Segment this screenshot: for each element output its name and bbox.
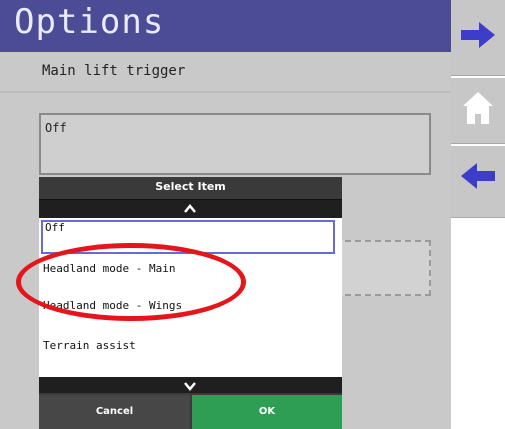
field-value: Off	[45, 121, 67, 135]
home-icon	[463, 92, 493, 124]
list-item-terrain-assist[interactable]: Terrain assist	[43, 339, 136, 352]
scroll-down-button[interactable]	[39, 377, 342, 393]
main-lift-trigger-field[interactable]: Off	[39, 113, 431, 175]
ok-button[interactable]: OK	[192, 395, 342, 429]
list-item-label: Off	[45, 221, 65, 234]
arrow-right-icon	[461, 22, 495, 48]
arrow-left-icon	[461, 163, 495, 189]
forward-button[interactable]	[451, 0, 505, 76]
back-button[interactable]	[451, 146, 505, 218]
chevron-up-icon	[184, 204, 196, 213]
side-toolbar	[451, 0, 505, 429]
divider	[0, 91, 451, 93]
chevron-down-icon	[184, 382, 196, 391]
dashed-field	[335, 240, 431, 296]
page-title: Options	[0, 0, 451, 52]
list-item-label: Terrain assist	[43, 339, 136, 352]
home-button[interactable]	[451, 78, 505, 144]
red-annotation-ellipse	[16, 243, 246, 321]
dialog-title: Select Item	[39, 177, 342, 197]
cancel-button[interactable]: Cancel	[39, 395, 190, 429]
setting-label: Main lift trigger	[42, 63, 186, 79]
scroll-up-button[interactable]	[39, 199, 342, 218]
